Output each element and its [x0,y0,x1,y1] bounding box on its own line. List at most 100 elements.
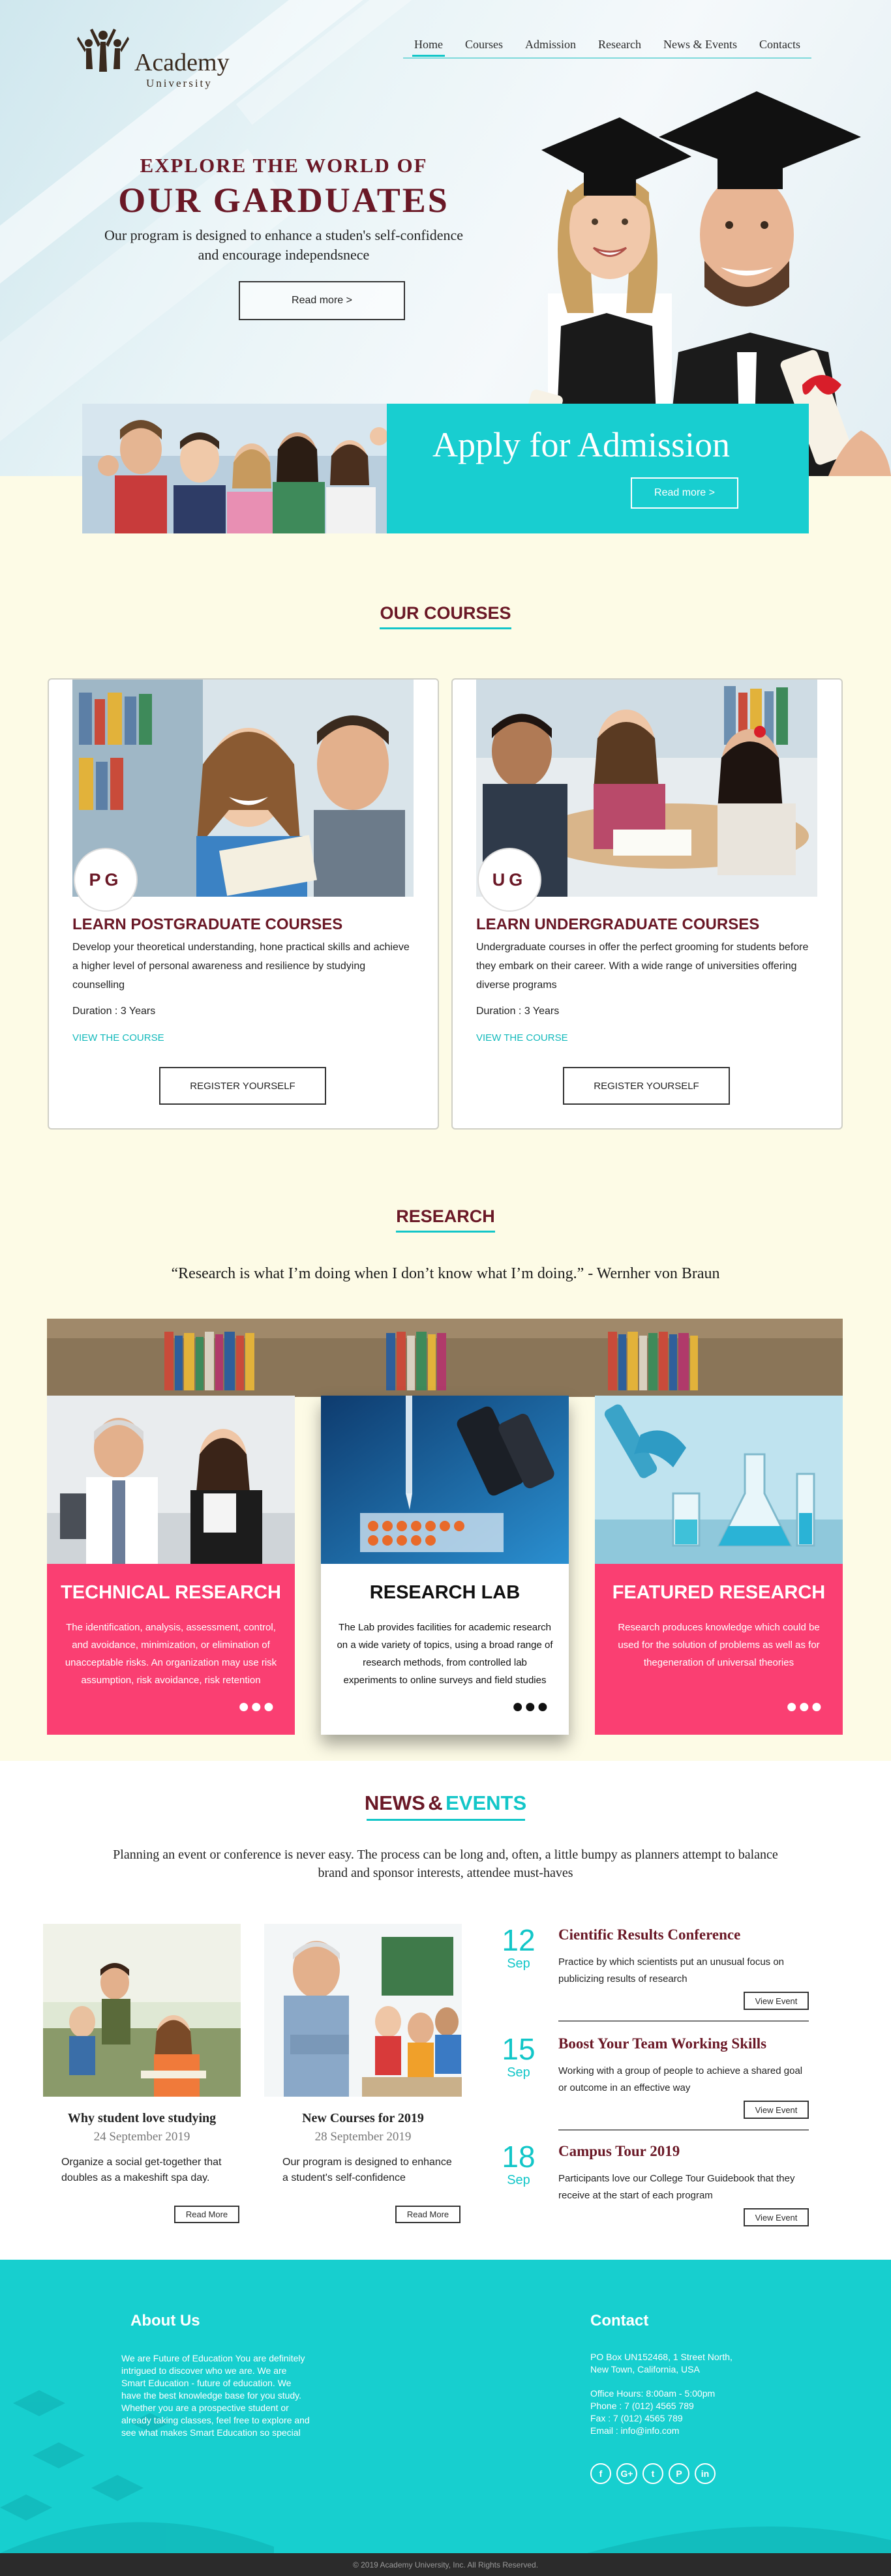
news-card: Why student love studying 24 September 2… [43,1924,241,2223]
event-day: 12 [502,1923,536,1957]
google-plus-icon[interactable]: G+ [616,2463,637,2484]
nav-research[interactable]: Research [587,38,652,57]
nav-courses[interactable]: Courses [454,38,514,57]
view-event-button[interactable]: View Event [744,2101,809,2119]
news-desc: Organize a social get-together that doub… [61,2157,222,2183]
pinterest-icon[interactable]: P [669,2463,689,2484]
event-item: 15 Sep Boost Your Team Working Skills Wo… [496,2031,809,2136]
view-course-link[interactable]: VIEW THE COURSE [72,1032,164,1043]
admission-title: Apply for Admission [432,425,731,464]
research-card-body: FEATURED RESEARCH Research produces know… [595,1564,843,1735]
research-card-desc: The Lab provides facilities for academic… [337,1622,553,1686]
event-desc: Working with a group of people to achiev… [558,2065,803,2093]
hero-read-more-button[interactable]: Read more > [239,281,405,320]
facebook-icon[interactable]: f [590,2463,611,2484]
nav-admission[interactable]: Admission [514,38,587,57]
nav-underline-bar [403,57,811,59]
event-title: Boost Your Team Working Skills [558,2035,767,2052]
view-course-link[interactable]: VIEW THE COURSE [476,1032,568,1043]
office-people-photo [47,1396,295,1564]
linkedin-icon[interactable]: in [695,2463,716,2484]
teacher-class-photo [264,1924,462,2097]
students-group-photo [82,404,387,533]
admission-read-more-button[interactable]: Read more > [631,477,738,509]
hero-text: EXPLORE THE WORLD OF OUR GARDUATES Our p… [39,154,528,320]
event-title: Cientific Results Conference [558,1926,741,1943]
register-button[interactable]: REGISTER YOURSELF [159,1067,326,1105]
contact-details: PO Box UN152468, 1 Street North, New Tow… [590,2351,806,2437]
course-description: Develop your theoretical understanding, … [72,942,410,991]
bookshelf-banner [47,1319,843,1397]
news-heading-events: EVENTS [446,1791,527,1814]
copyright-bar: © 2019 Academy University, Inc. All Righ… [0,2553,891,2576]
hero-desc-line: Our program is designed to enhance a stu… [104,227,464,243]
hero-kicker: EXPLORE THE WORLD OF [140,154,428,177]
view-event-button[interactable]: View Event [744,1992,809,2010]
contact-title: Contact [590,2312,649,2329]
research-quote: “Research is what I’m doing when I don’t… [171,1265,720,1282]
read-more-button[interactable]: Read More [174,2206,239,2223]
research-card-featured: FEATURED RESEARCH Research produces know… [595,1396,843,1735]
course-title: LEARN POSTGRADUATE COURSES [72,916,343,933]
contact-address: New Town, California, USA [590,2364,700,2374]
lab-flasks-photo [595,1396,843,1564]
news-heading-underline [366,1819,525,1821]
research-card-title: FEATURED RESEARCH [612,1582,826,1603]
nav-contacts[interactable]: Contacts [748,38,811,57]
course-card-ug: UG LEARN UNDERGRADUATE COURSES Undergrad… [451,678,843,1130]
research-photo-lab [321,1396,569,1564]
nav-news-events[interactable]: News & Events [652,38,748,57]
contact-email[interactable]: Email : info@info.com [590,2425,806,2437]
event-divider [558,2129,809,2131]
admission-photo [82,404,387,533]
student-studying-photo [43,1924,241,2097]
event-day: 15 [502,2032,536,2066]
view-event-button[interactable]: View Event [744,2208,809,2226]
courses-heading: OUR COURSES [0,603,891,629]
twitter-icon[interactable]: t [642,2463,663,2484]
main-nav: Home Courses Admission Research News & E… [403,38,811,59]
brand-name: Academy [134,49,230,76]
news-heading-news: NEWS [364,1791,425,1814]
contact-fax: Fax : 7 (012) 4565 789 [590,2413,683,2423]
news-date: 24 September 2019 [93,2130,190,2144]
research-card-body: TECHNICAL RESEARCH The identification, a… [47,1564,295,1735]
research-card-desc: Research produces knowledge which could … [618,1622,820,1668]
research-card-body: RESEARCH LAB The Lab provides facilities… [321,1564,569,1735]
more-dots-icon[interactable]: ●●● [238,1696,275,1718]
course-title: LEARN UNDERGRADUATE COURSES [476,916,760,933]
read-more-button[interactable]: Read More [395,2206,461,2223]
research-photo-technical [47,1396,295,1564]
brand-subtitle: University [146,77,213,89]
event-item: 18 Sep Campus Tour 2019 Participants lov… [496,2139,809,2243]
news-date: 28 September 2019 [314,2130,412,2144]
course-description: Undergraduate courses in offer the perfe… [476,942,809,991]
news-heading-amp: & [428,1791,443,1814]
contact-phone: Phone : 7 (012) 4565 789 [590,2401,694,2411]
bookshelf-photo [47,1319,843,1397]
course-badge-pg: PG [74,848,138,912]
news-photo [43,1924,241,2097]
register-button[interactable]: REGISTER YOURSELF [563,1067,730,1105]
logo[interactable]: Academy University [77,26,260,91]
event-item: 12 Sep Cientific Results Conference Prac… [496,1923,809,2027]
event-title: Campus Tour 2019 [558,2143,680,2159]
social-links: f G+ t P in [590,2463,716,2484]
more-dots-icon[interactable]: ●●● [512,1696,549,1718]
nav-home[interactable]: Home [403,38,454,57]
research-card-lab: RESEARCH LAB The Lab provides facilities… [321,1396,569,1735]
course-card-pg: PG LEARN POSTGRADUATE COURSES Develop yo… [48,678,439,1130]
more-dots-icon[interactable]: ●●● [786,1696,823,1718]
courses-heading-text: OUR COURSES [380,603,511,629]
news-desc: Our program is designed to enhance a stu… [282,2157,452,2183]
news-card: New Courses for 2019 28 September 2019 O… [264,1924,462,2223]
news-title: New Courses for 2019 [302,2111,424,2125]
research-card-technical: TECHNICAL RESEARCH The identification, a… [47,1396,295,1735]
event-divider [558,2020,809,2022]
research-card-title: RESEARCH LAB [369,1582,521,1603]
hero-description: Our program is designed to enhance a stu… [39,226,528,265]
research-heading-text: RESEARCH [396,1206,495,1233]
hero-desc-line: and encourage independsnece [198,247,370,263]
event-day: 18 [502,2140,536,2174]
